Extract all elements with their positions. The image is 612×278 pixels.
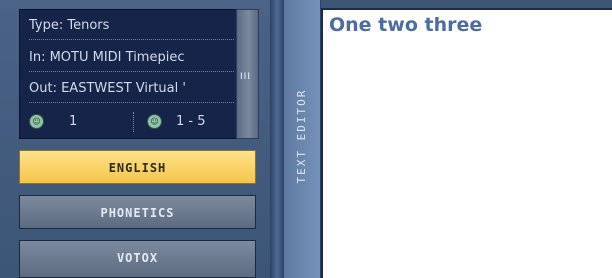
scroll-grip-icon[interactable]: III (239, 73, 252, 82)
text-editor-tab-label: TEXT EDITOR (295, 88, 308, 184)
voice-info-panel: Type: Tenors In: MOTU MIDI Timepiec Out:… (19, 9, 238, 139)
text-editor-tab[interactable]: TEXT EDITOR (284, 0, 321, 278)
channel-row: ☺ 1 ☺ 1 - 5 (29, 108, 234, 136)
editor-text[interactable]: One two three (329, 14, 482, 36)
midi-port-icon: ☺ (29, 114, 44, 129)
text-editor-area[interactable]: One two three (321, 8, 612, 278)
voice-type-label: Type: Tenors (29, 13, 234, 40)
range-value[interactable]: 1 - 5 (176, 108, 206, 136)
midi-input-label[interactable]: In: MOTU MIDI Timepiec (29, 45, 234, 72)
panel-separator (270, 0, 284, 278)
votox-button[interactable]: VOTOX (19, 240, 256, 278)
channel-value[interactable]: 1 (69, 108, 77, 136)
midi-range-icon: ☺ (147, 114, 162, 129)
midi-output-label[interactable]: Out: EASTWEST Virtual ' (29, 76, 234, 103)
panel-scrollbar[interactable]: III (236, 9, 259, 139)
row-divider (133, 112, 134, 132)
phonetics-button[interactable]: PHONETICS (19, 195, 256, 229)
english-button[interactable]: ENGLISH (19, 150, 256, 184)
